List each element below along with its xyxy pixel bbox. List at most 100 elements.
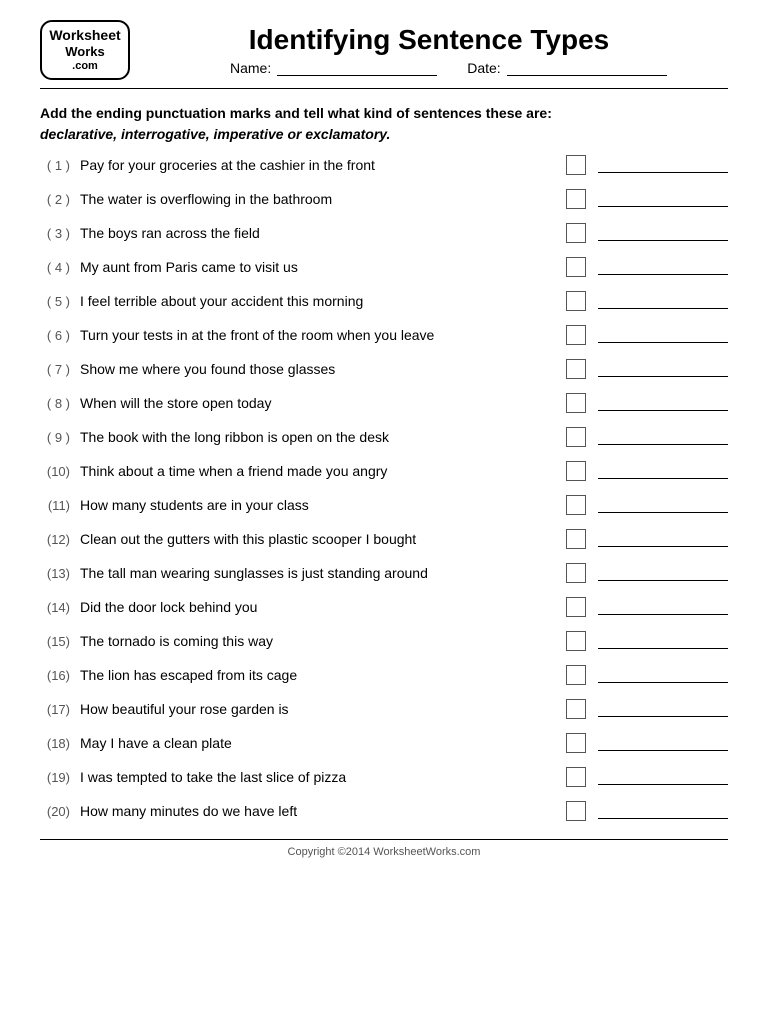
sentence-number: (14) [40,600,76,615]
punctuation-box[interactable] [566,393,586,413]
sentence-item: ( 8 )When will the store open today [40,393,728,413]
answer-line[interactable] [598,157,728,173]
sentence-item: ( 3 ) The boys ran across the field [40,223,728,243]
name-date-row: Name: Date: [130,60,728,76]
punctuation-box[interactable] [566,291,586,311]
punctuation-box[interactable] [566,699,586,719]
punctuation-box[interactable] [566,189,586,209]
page-header: Worksheet Works .com Identifying Sentenc… [40,20,728,80]
logo-line3: .com [72,60,98,73]
punctuation-box[interactable] [566,325,586,345]
punctuation-box[interactable] [566,529,586,549]
sentence-number: (18) [40,736,76,751]
title-area: Identifying Sentence Types Name: Date: [130,24,728,76]
footer: Copyright ©2014 WorksheetWorks.com [40,839,728,858]
sentence-text: May I have a clean plate [80,735,560,751]
sentence-item: (12)Clean out the gutters with this plas… [40,529,728,549]
sentence-item: (13) The tall man wearing sunglasses is j… [40,563,728,583]
answer-line[interactable] [598,191,728,207]
sentence-item: (14) Did the door lock behind you [40,597,728,617]
sentence-item: (15)The tornado is coming this way [40,631,728,651]
punctuation-box[interactable] [566,665,586,685]
sentence-text: I feel terrible about your accident this… [80,293,560,309]
answer-line[interactable] [598,667,728,683]
sentence-text: The tall man wearing sunglasses is just … [80,565,560,581]
answer-line[interactable] [598,497,728,513]
punctuation-box[interactable] [566,563,586,583]
sentence-number: (16) [40,668,76,683]
answer-line[interactable] [598,633,728,649]
answer-line[interactable] [598,565,728,581]
sentence-text: How many students are in your class [80,497,560,513]
instructions-line2: declarative, interrogative, imperative o… [40,126,390,142]
sentence-text: I was tempted to take the last slice of … [80,769,560,785]
punctuation-box[interactable] [566,495,586,515]
sentence-number: (11) [40,498,76,513]
logo-line2: Works [65,44,105,60]
punctuation-box[interactable] [566,631,586,651]
sentence-text: Turn your tests in at the front of the r… [80,327,560,343]
answer-line[interactable] [598,429,728,445]
sentence-number: (10) [40,464,76,479]
answer-line[interactable] [598,531,728,547]
sentence-text: Clean out the gutters with this plastic … [80,531,560,547]
sentence-number: ( 8 ) [40,396,76,411]
page-title: Identifying Sentence Types [130,24,728,56]
punctuation-box[interactable] [566,257,586,277]
instructions-line1: Add the ending punctuation marks and tel… [40,105,552,121]
answer-line[interactable] [598,463,728,479]
sentence-item: (17) How beautiful your rose garden is [40,699,728,719]
answer-line[interactable] [598,225,728,241]
sentence-number: (13) [40,566,76,581]
punctuation-box[interactable] [566,461,586,481]
answer-line[interactable] [598,769,728,785]
sentence-number: ( 3 ) [40,226,76,241]
punctuation-box[interactable] [566,427,586,447]
sentence-item: (18) May I have a clean plate [40,733,728,753]
answer-line[interactable] [598,259,728,275]
sentence-item: ( 4 )My aunt from Paris came to visit us [40,257,728,277]
punctuation-box[interactable] [566,733,586,753]
answer-line[interactable] [598,735,728,751]
answer-line[interactable] [598,293,728,309]
punctuation-box[interactable] [566,155,586,175]
copyright: Copyright ©2014 WorksheetWorks.com [288,846,481,858]
logo-line1: Worksheet [49,27,120,44]
answer-line[interactable] [598,599,728,615]
answer-line[interactable] [598,361,728,377]
punctuation-box[interactable] [566,223,586,243]
instructions: Add the ending punctuation marks and tel… [40,103,728,145]
sentence-item: ( 2 )The water is overflowing in the bat… [40,189,728,209]
name-input-line[interactable] [277,60,437,76]
sentence-number: ( 7 ) [40,362,76,377]
sentence-number: ( 1 ) [40,158,76,173]
answer-line[interactable] [598,395,728,411]
name-field: Name: [230,60,437,76]
sentence-item: (16)The lion has escaped from its cage [40,665,728,685]
punctuation-box[interactable] [566,359,586,379]
sentence-text: The tornado is coming this way [80,633,560,649]
answer-line[interactable] [598,327,728,343]
name-label: Name: [230,60,271,76]
sentence-number: ( 2 ) [40,192,76,207]
answer-line[interactable] [598,803,728,819]
sentence-text: How beautiful your rose garden is [80,701,560,717]
sentence-item: (19) I was tempted to take the last slice… [40,767,728,787]
sentence-item: ( 5 ) I feel terrible about your accident… [40,291,728,311]
sentence-text: Show me where you found those glasses [80,361,560,377]
sentence-number: (19) [40,770,76,785]
answer-line[interactable] [598,701,728,717]
sentence-text: Did the door lock behind you [80,599,560,615]
sentence-text: The book with the long ribbon is open on… [80,429,560,445]
date-input-line[interactable] [507,60,667,76]
punctuation-box[interactable] [566,597,586,617]
sentence-number: (17) [40,702,76,717]
sentence-number: ( 6 ) [40,328,76,343]
sentence-text: The boys ran across the field [80,225,560,241]
sentence-item: (10)Think about a time when a friend mad… [40,461,728,481]
punctuation-box[interactable] [566,801,586,821]
sentence-number: ( 5 ) [40,294,76,309]
header-divider [40,88,728,89]
punctuation-box[interactable] [566,767,586,787]
sentence-number: ( 9 ) [40,430,76,445]
